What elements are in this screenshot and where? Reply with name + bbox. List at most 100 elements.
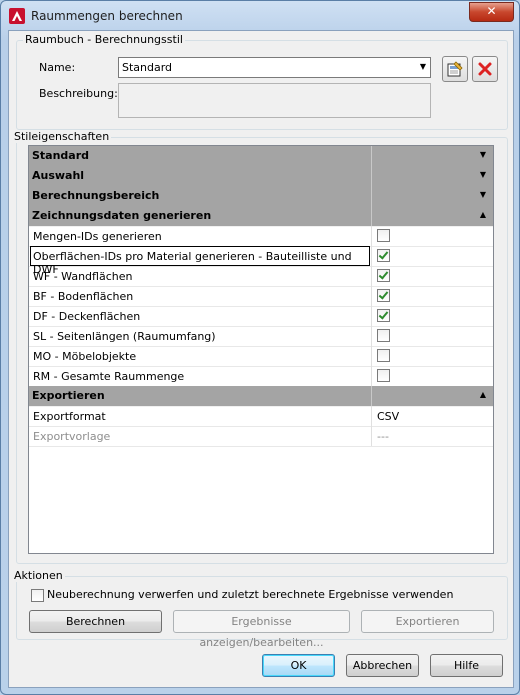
property-row-wf[interactable]: WF - Wandflächen xyxy=(29,266,493,287)
chevron-up-icon[interactable]: ▲ xyxy=(480,210,486,219)
chevron-down-icon[interactable]: ▼ xyxy=(480,170,486,179)
hilfe-button[interactable]: Hilfe xyxy=(430,654,503,677)
property-row-mengen-ids[interactable]: Mengen-IDs generieren xyxy=(29,226,493,247)
checkbox-checked[interactable] xyxy=(377,269,390,282)
property-value-cell xyxy=(372,286,493,306)
property-label: SL - Seitenlängen (Raumumfang) xyxy=(33,330,216,343)
title-bar[interactable]: Raummengen berechnen ✕ xyxy=(1,1,519,31)
property-label: BF - Bodenflächen xyxy=(33,290,134,303)
property-value-cell xyxy=(372,266,493,286)
property-name-cell: MO - Möbelobjekte xyxy=(29,346,372,366)
checkbox-checked[interactable] xyxy=(377,289,390,302)
discard-recalc-option[interactable]: Neuberechnung verwerfen und zuletzt bere… xyxy=(31,588,501,602)
edit-style-icon xyxy=(447,61,463,77)
close-button[interactable]: ✕ xyxy=(469,2,514,22)
discard-recalc-label: Neuberechnung verwerfen und zuletzt bere… xyxy=(47,588,454,601)
property-label: Exportformat xyxy=(33,410,106,423)
chevron-down-icon[interactable]: ▼ xyxy=(480,150,486,159)
dialog-window: Raummengen berechnen ✕ Raumbuch - Berech… xyxy=(0,0,520,695)
property-value[interactable]: CSV xyxy=(377,410,399,423)
delete-red-x-icon xyxy=(478,62,492,76)
category-toggle-cell: ▲ xyxy=(372,206,493,226)
checkbox-checked[interactable] xyxy=(377,309,390,322)
property-label: RM - Gesamte Raummenge xyxy=(33,370,185,383)
property-label: WF - Wandflächen xyxy=(33,270,133,283)
dialog-client: Raumbuch - Berechnungsstil Name: Standar… xyxy=(8,30,514,688)
property-row-oberflaechen-ids[interactable]: Oberflächen-IDs pro Material generieren … xyxy=(29,246,493,276)
checkbox[interactable] xyxy=(377,349,390,362)
property-row-mo[interactable]: MO - Möbelobjekte xyxy=(29,346,493,367)
description-field xyxy=(118,83,431,118)
property-name-cell: WF - Wandflächen xyxy=(29,266,372,286)
chevron-up-icon[interactable]: ▲ xyxy=(480,390,486,399)
category-row-exportieren[interactable]: Exportieren ▲ xyxy=(29,386,493,407)
checkbox[interactable] xyxy=(377,329,390,342)
property-value-cell xyxy=(372,226,493,246)
raumbuch-group: Raumbuch - Berechnungsstil Name: Standar… xyxy=(16,33,508,130)
property-name-cell: Oberflächen-IDs pro Material generieren … xyxy=(29,246,372,276)
aktionen-group: Aktionen Neuberechnung verwerfen und zul… xyxy=(12,569,508,649)
edit-style-button[interactable] xyxy=(442,56,468,82)
category-label: Berechnungsbereich xyxy=(32,189,160,202)
category-toggle-cell: ▲ xyxy=(372,386,493,406)
property-name-cell: Exportvorlage xyxy=(29,426,372,446)
category-row-zeichnungsdaten[interactable]: Zeichnungsdaten generieren ▲ xyxy=(29,206,493,227)
property-row-exportformat[interactable]: Exportformat CSV xyxy=(29,406,493,427)
abbrechen-button[interactable]: Abbrechen xyxy=(346,654,419,677)
property-row-bf[interactable]: BF - Bodenflächen xyxy=(29,286,493,307)
aktionen-group-label: Aktionen xyxy=(12,569,65,582)
category-cell: Zeichnungsdaten generieren xyxy=(29,206,372,226)
property-grid: Standard ▼ Auswahl ▼ Berechnungsbereich … xyxy=(28,145,494,554)
property-row-sl[interactable]: SL - Seitenlängen (Raumumfang) xyxy=(29,326,493,347)
exportieren-button[interactable]: Exportieren xyxy=(361,610,494,633)
category-cell: Standard xyxy=(29,146,372,166)
property-name-cell: BF - Bodenflächen xyxy=(29,286,372,306)
property-value-cell: CSV xyxy=(372,406,493,426)
category-row-auswahl[interactable]: Auswahl ▼ xyxy=(29,166,493,187)
berechnen-button[interactable]: Berechnen xyxy=(29,610,162,633)
discard-recalc-checkbox[interactable] xyxy=(31,589,44,602)
stileigenschaften-group-label: Stileigenschaften xyxy=(12,130,112,143)
category-toggle-cell: ▼ xyxy=(372,146,493,166)
property-row-df[interactable]: DF - Deckenflächen xyxy=(29,306,493,327)
property-label: DF - Deckenflächen xyxy=(33,310,141,323)
property-row-rm[interactable]: RM - Gesamte Raummenge xyxy=(29,366,493,387)
property-name-cell: DF - Deckenflächen xyxy=(29,306,372,326)
category-toggle-cell: ▼ xyxy=(372,166,493,186)
chevron-down-icon: ▼ xyxy=(419,62,426,71)
category-row-standard[interactable]: Standard ▼ xyxy=(29,146,493,167)
property-value-cell xyxy=(372,346,493,366)
description-label: Beschreibung: xyxy=(39,87,118,100)
category-label: Zeichnungsdaten generieren xyxy=(32,209,212,222)
property-label: Exportvorlage xyxy=(33,430,111,443)
checkbox[interactable] xyxy=(377,229,390,242)
ok-button[interactable]: OK xyxy=(262,654,335,677)
category-label: Exportieren xyxy=(32,389,105,402)
property-value: --- xyxy=(377,430,389,443)
property-name-cell: SL - Seitenlängen (Raumumfang) xyxy=(29,326,372,346)
checkbox[interactable] xyxy=(377,369,390,382)
name-label: Name: xyxy=(39,61,76,74)
property-value-cell xyxy=(372,326,493,346)
style-name-dropdown[interactable]: Standard ▼ xyxy=(118,57,431,78)
property-name-cell: RM - Gesamte Raummenge xyxy=(29,366,372,386)
category-cell: Berechnungsbereich xyxy=(29,186,372,206)
property-row-exportvorlage: Exportvorlage --- xyxy=(29,426,493,447)
property-value-cell xyxy=(372,366,493,386)
category-cell: Auswahl xyxy=(29,166,372,186)
category-row-berechnungsbereich[interactable]: Berechnungsbereich ▼ xyxy=(29,186,493,207)
ergebnisse-button[interactable]: Ergebnisse anzeigen/bearbeiten... xyxy=(173,610,350,649)
category-label: Auswahl xyxy=(32,169,85,182)
checkbox-checked[interactable] xyxy=(377,249,390,262)
delete-style-button[interactable] xyxy=(472,56,498,82)
category-cell: Exportieren xyxy=(29,386,372,406)
category-label: Standard xyxy=(32,149,90,162)
style-name-value: Standard xyxy=(122,61,173,74)
category-toggle-cell: ▼ xyxy=(372,186,493,206)
raumbuch-group-label: Raumbuch - Berechnungsstil xyxy=(23,33,185,46)
property-label: Mengen-IDs generieren xyxy=(33,230,162,243)
property-name-cell: Mengen-IDs generieren xyxy=(29,226,372,246)
autocad-a-icon xyxy=(9,8,25,24)
property-label: MO - Möbelobjekte xyxy=(33,350,137,363)
chevron-down-icon[interactable]: ▼ xyxy=(480,190,486,199)
